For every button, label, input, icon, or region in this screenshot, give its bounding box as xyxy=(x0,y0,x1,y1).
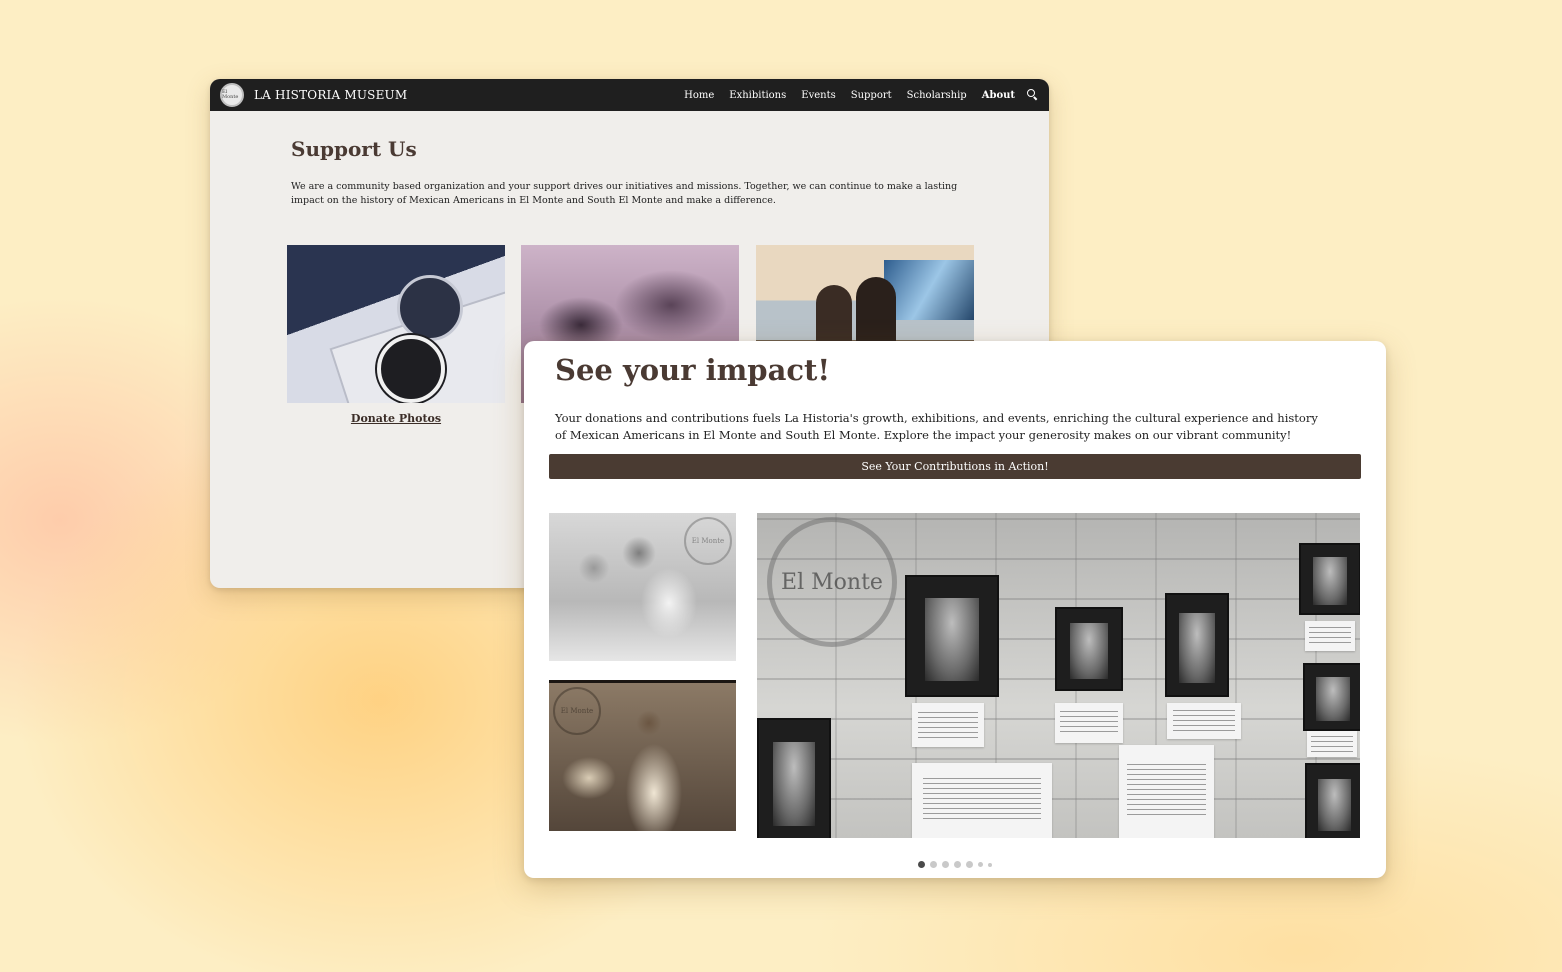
trails-seal-shape xyxy=(377,335,445,403)
gallery-thumb-portrait[interactable]: El Monte xyxy=(549,680,736,831)
wall-caption-card xyxy=(1055,703,1123,743)
wall-photo-frame xyxy=(905,575,999,697)
wall-photo-frame xyxy=(1303,663,1360,731)
slider-dot-2[interactable] xyxy=(930,861,937,868)
impact-title: See your impact! xyxy=(555,353,831,387)
slider-dot-4[interactable] xyxy=(954,861,961,868)
donate-photos-card[interactable]: Donate Photos xyxy=(287,245,505,425)
gallery-thumb-children[interactable]: El Monte xyxy=(549,513,736,661)
slider-dot-6[interactable] xyxy=(978,862,983,867)
stamp-logo: El Monte xyxy=(684,517,732,565)
logo-text: El Monte xyxy=(222,89,239,100)
impact-section-window: See your impact! Your donations and cont… xyxy=(524,341,1386,878)
wall-caption-card xyxy=(1167,703,1241,739)
donate-photos-image[interactable] xyxy=(287,245,505,403)
support-description: We are a community based organization an… xyxy=(291,181,958,206)
slider-dot-7[interactable] xyxy=(988,862,992,867)
wall-caption-card xyxy=(1305,621,1355,651)
nav-item-about[interactable]: About xyxy=(982,90,1015,101)
see-contributions-button[interactable]: See Your Contributions in Action! xyxy=(549,454,1361,479)
wall-caption-card xyxy=(912,703,984,747)
nav-links: Home Exhibitions Events Support Scholars… xyxy=(669,89,1039,101)
gallery-main-image[interactable]: El Monte xyxy=(757,513,1360,838)
stamp-text: El Monte xyxy=(691,537,725,545)
wall-seal-logo: El Monte xyxy=(767,517,897,647)
wall-photo-frame xyxy=(1055,607,1123,691)
wall-photo-frame xyxy=(1305,763,1360,838)
navbar: El Monte LA HISTORIA MUSEUM Home Exhibit… xyxy=(210,79,1049,111)
page-title: Support Us xyxy=(291,137,417,161)
nav-item-support[interactable]: Support xyxy=(851,90,892,101)
wall-seal-text: El Monte xyxy=(781,569,883,595)
impact-description: Your donations and contributions fuels L… xyxy=(555,411,1318,442)
slider-pagination xyxy=(524,861,1386,868)
donate-photos-link[interactable]: Donate Photos xyxy=(287,412,505,425)
search-icon[interactable] xyxy=(1027,89,1039,101)
wall-caption-card xyxy=(912,763,1052,838)
slider-dot-5[interactable] xyxy=(966,861,973,868)
site-name[interactable]: LA HISTORIA MUSEUM xyxy=(254,88,407,102)
wall-photo-frame xyxy=(1165,593,1229,697)
nav-item-scholarship[interactable]: Scholarship xyxy=(907,90,967,101)
site-logo[interactable]: El Monte xyxy=(220,83,244,107)
slider-dot-1[interactable] xyxy=(918,861,925,868)
wall-photo-frame xyxy=(757,718,831,838)
book-seal-shape xyxy=(397,275,463,341)
wall-caption-card xyxy=(1307,731,1357,757)
nav-item-home[interactable]: Home xyxy=(684,90,714,101)
mural-shape xyxy=(884,260,974,320)
wall-photo-frame xyxy=(1299,543,1360,615)
stamp-text: El Monte xyxy=(560,707,594,715)
stamp-logo: El Monte xyxy=(553,687,601,735)
slider-dot-3[interactable] xyxy=(942,861,949,868)
nav-item-events[interactable]: Events xyxy=(801,90,835,101)
wall-caption-card xyxy=(1119,745,1214,838)
nav-item-exhibitions[interactable]: Exhibitions xyxy=(729,90,786,101)
